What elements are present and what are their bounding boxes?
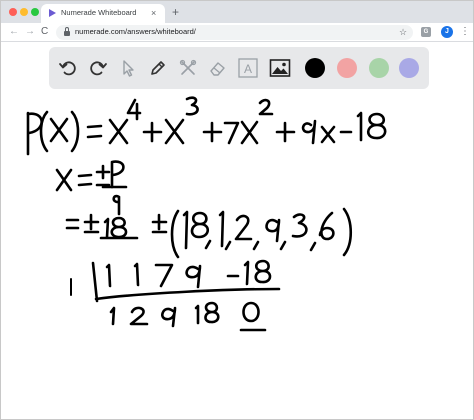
handwriting-line-5 (109, 301, 267, 332)
eraser-icon (210, 62, 225, 76)
browser-window: Numerade Whiteboard × + ← → C numerade.c… (0, 0, 474, 420)
whiteboard-canvas[interactable] (1, 95, 474, 420)
numerade-favicon-icon (49, 9, 56, 17)
browser-menu-icon[interactable]: ⋮ (460, 25, 470, 39)
handwriting-line-3 (65, 207, 353, 259)
address-bar[interactable]: numerade.com/answers/whiteboard/ ☆ (56, 25, 413, 40)
handwriting-line-2 (55, 160, 128, 216)
url-text[interactable]: numerade.com/answers/whiteboard/ (75, 27, 196, 36)
redo-button[interactable] (85, 55, 111, 81)
handwriting-line-4 (70, 259, 281, 303)
wrench-icon (179, 59, 197, 75)
color-swatch-purple[interactable] (399, 58, 419, 78)
tools-button[interactable] (175, 55, 201, 81)
text-icon: A (238, 58, 258, 78)
cursor-icon (123, 60, 134, 77)
browser-toolbar: ← → C numerade.com/answers/whiteboard/ ☆… (1, 23, 473, 42)
bookmark-star-icon[interactable]: ☆ (399, 26, 407, 38)
tab-close-icon[interactable]: × (151, 7, 156, 19)
maximize-window-button[interactable] (31, 8, 39, 16)
select-tool-button[interactable] (115, 55, 141, 81)
text-tool-button[interactable]: A (235, 55, 261, 81)
profile-avatar[interactable]: J (441, 26, 453, 38)
eraser-tool-button[interactable] (205, 55, 231, 81)
image-icon (269, 59, 291, 77)
image-tool-button[interactable] (267, 55, 293, 81)
redo-icon (90, 61, 107, 76)
minimize-window-button[interactable] (20, 8, 28, 16)
undo-icon (59, 61, 76, 76)
reload-button[interactable]: C (41, 25, 48, 39)
color-swatch-black[interactable] (305, 58, 325, 78)
forward-button[interactable]: → (25, 25, 35, 39)
browser-tab[interactable]: Numerade Whiteboard × (41, 4, 165, 23)
close-window-button[interactable] (9, 8, 17, 16)
whiteboard-toolbar: A (49, 47, 429, 89)
lock-icon (64, 27, 70, 36)
color-swatch-green[interactable] (369, 58, 389, 78)
back-button[interactable]: ← (9, 25, 19, 39)
extension-icon[interactable]: G (421, 27, 431, 37)
pen-tool-button[interactable] (145, 55, 171, 81)
new-tab-button[interactable]: + (172, 4, 179, 20)
text-tool-label: A (244, 62, 252, 76)
handwriting-line-1 (26, 96, 387, 156)
pencil-icon (151, 61, 165, 75)
undo-button[interactable] (55, 55, 81, 81)
tab-title: Numerade Whiteboard (61, 8, 137, 17)
color-swatch-red[interactable] (337, 58, 357, 78)
tab-strip: Numerade Whiteboard × + (1, 1, 473, 23)
